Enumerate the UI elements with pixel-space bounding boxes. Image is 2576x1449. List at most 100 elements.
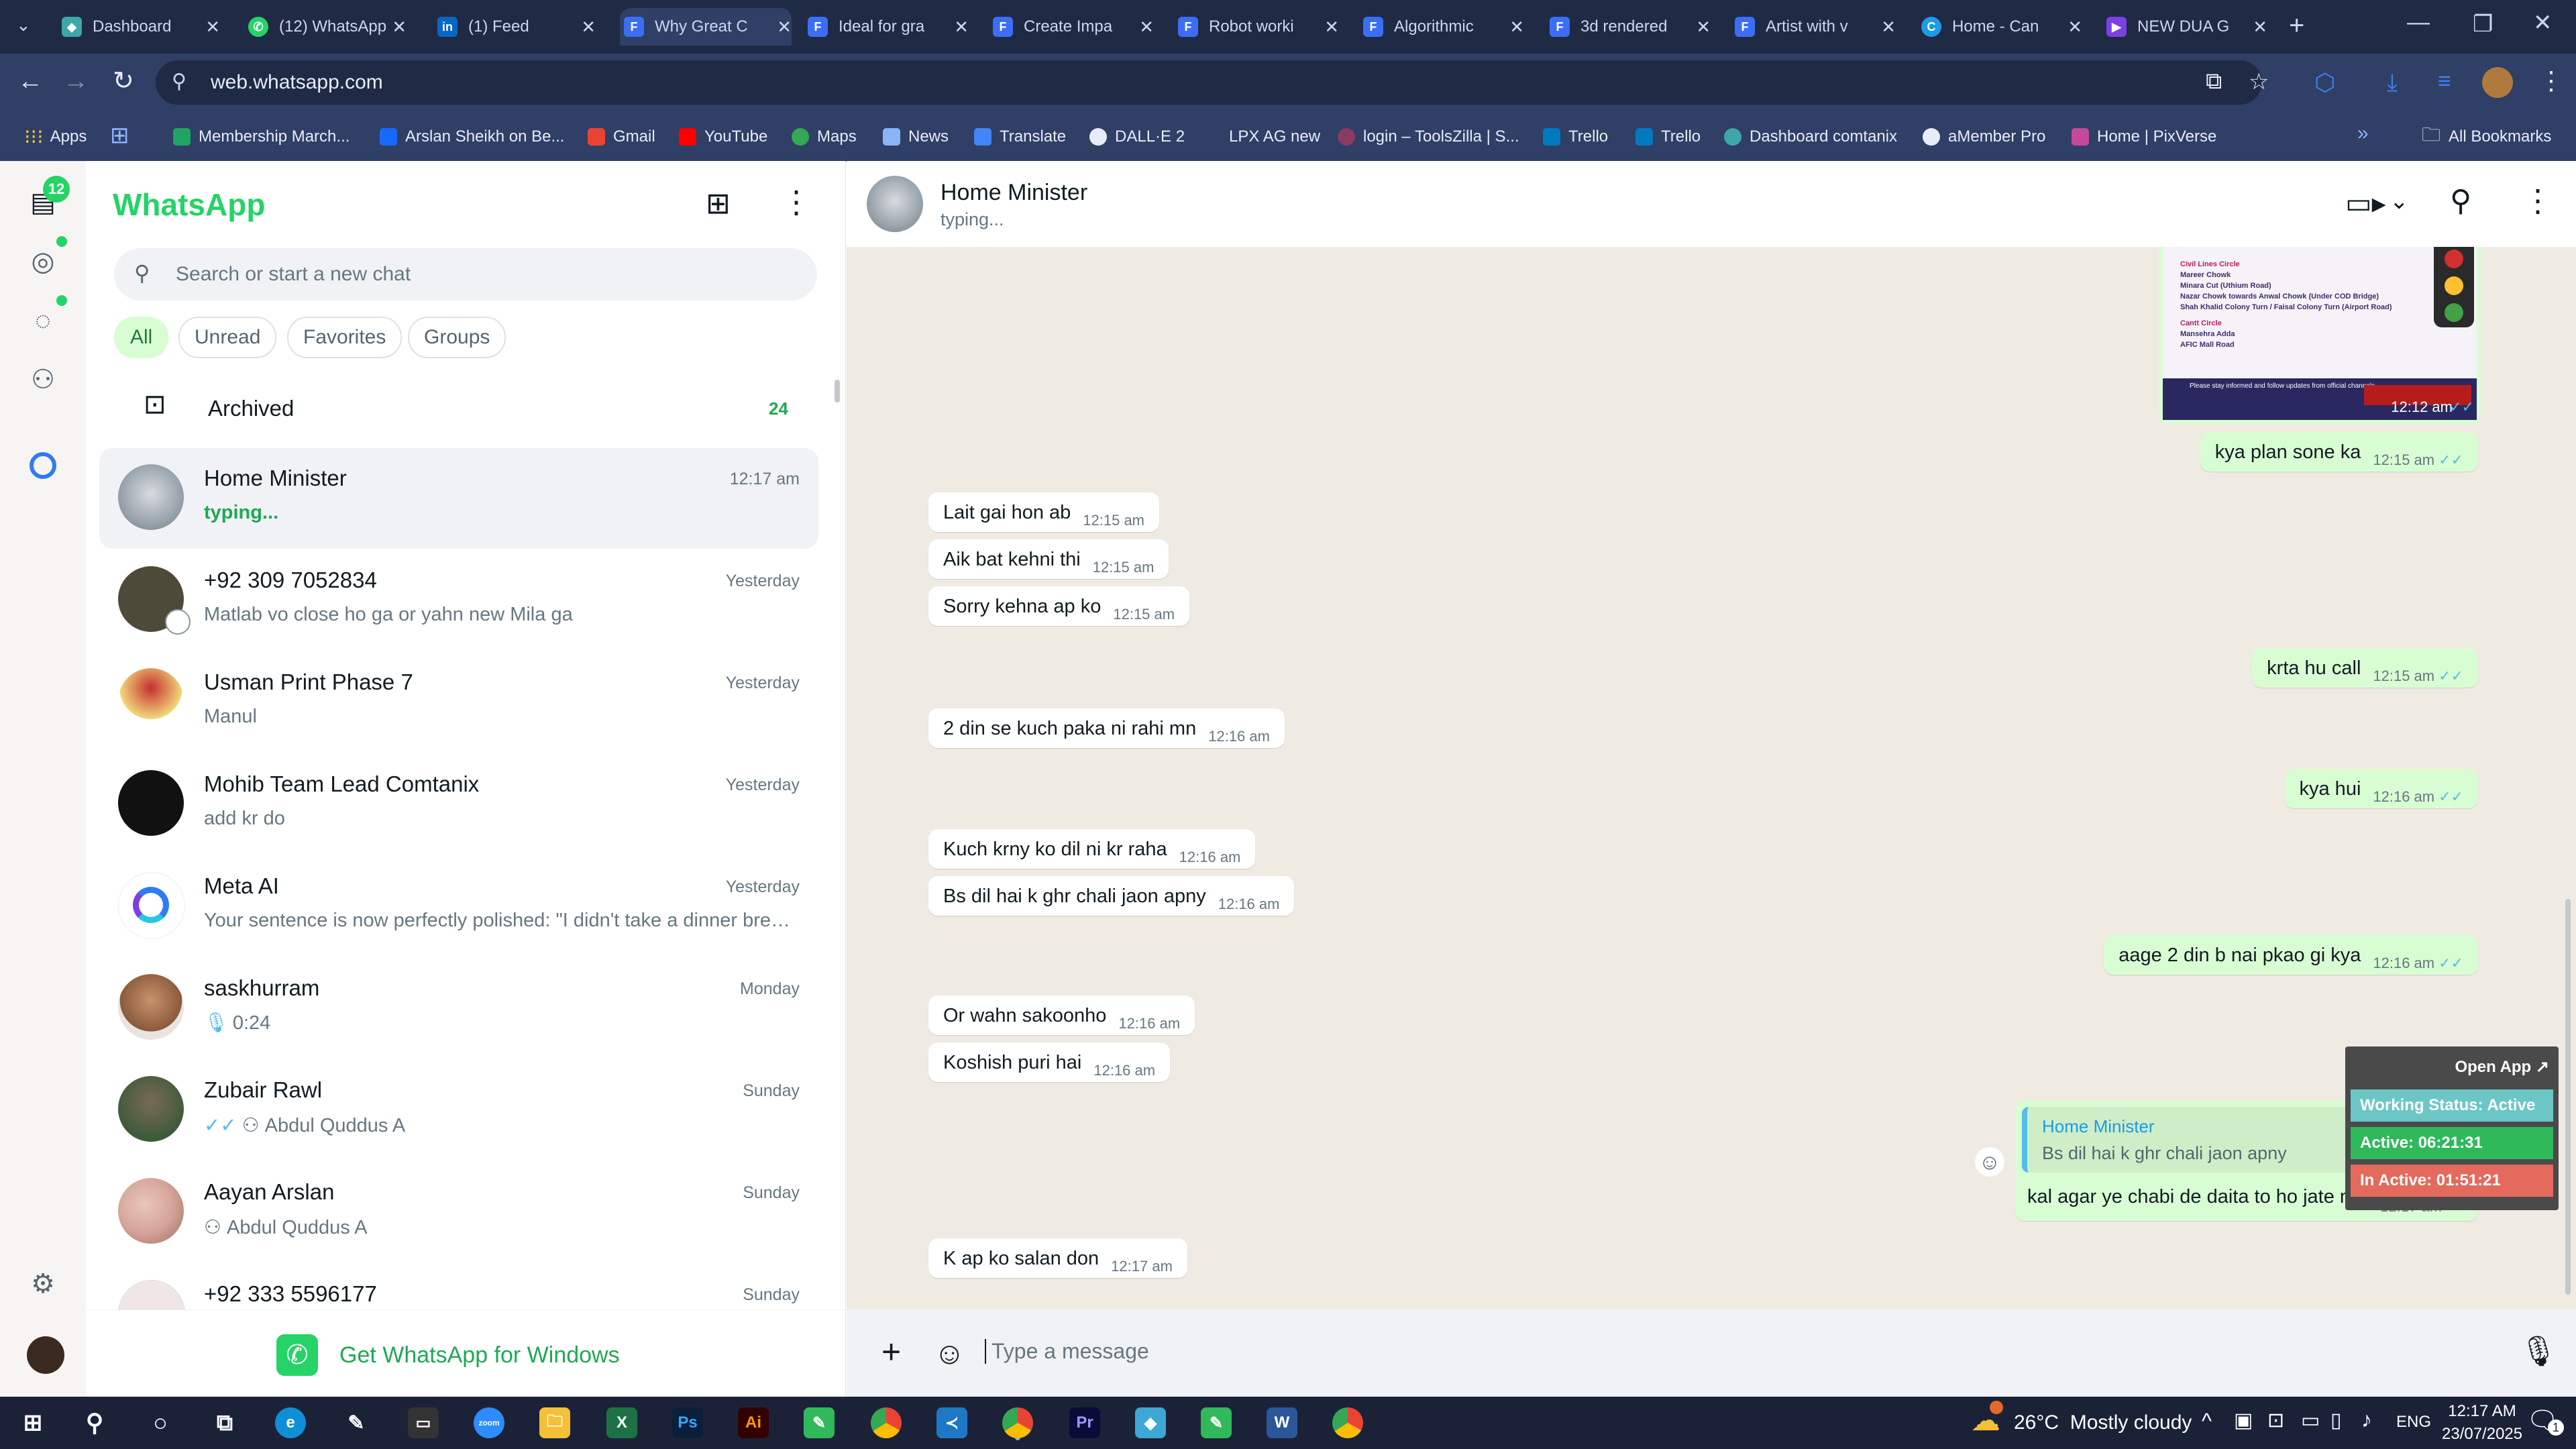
windows-start-icon[interactable]: ⊞ [17,1407,48,1438]
bookmark-item[interactable]: Trello [1543,125,1608,149]
close-icon[interactable]: ✕ [205,17,220,38]
message-incoming[interactable]: K ap ko salan don 12:17 am [928,1238,1187,1278]
photoshop-icon[interactable]: Ps [672,1407,703,1438]
chrome-active-icon[interactable] [1002,1407,1033,1438]
bookmark-apps[interactable]: ⁝⁝⁝ Apps [24,125,87,149]
bookmark-item[interactable]: Home | PixVerse [2072,125,2216,149]
profile-avatar[interactable] [2482,67,2513,98]
app-blue-icon[interactable]: ◆ [1135,1407,1166,1438]
browser-tab[interactable]: F Ideal for gra ✕ [808,8,969,46]
microphone-icon[interactable]: 🎙 [2520,1334,2557,1368]
get-app-banner[interactable]: ✆ Get WhatsApp for Windows [86,1309,845,1397]
close-icon[interactable]: ✕ [392,17,407,38]
vscode-icon[interactable]: ≺ [936,1407,967,1438]
close-icon[interactable]: ✕ [954,17,969,38]
bookmark-item[interactable]: LPX AG new [1203,125,1320,149]
clock-time[interactable]: 12:17 AM [2442,1402,2522,1421]
url-field[interactable]: ⚲ web.whatsapp.com ⧉ ☆ [156,60,2269,105]
close-window-button[interactable]: ✕ [2533,9,2553,36]
word-icon[interactable]: W [1267,1407,1297,1438]
close-icon[interactable]: ✕ [1139,17,1154,38]
tray-icon[interactable]: ⊡ [2267,1409,2284,1432]
message-incoming[interactable]: 2 din se kuch paka ni rahi mn 12:16 am [928,708,1285,748]
message-incoming[interactable]: Bs dil hai k ghr chali jaon apny 12:16 am [928,876,1295,916]
message-outgoing[interactable]: kya plan sone ka 12:15 am ✓✓ [2200,432,2478,472]
close-icon[interactable]: ✕ [1696,17,1711,38]
search-icon[interactable]: ⚲ [79,1407,110,1438]
site-info-icon[interactable]: ⚲ [172,70,186,93]
browser-tab[interactable]: C Home - Can ✕ [1921,8,2082,46]
attach-plus-icon[interactable]: + [881,1332,901,1371]
bookmark-item[interactable]: Arslan Sheikh on Be... [380,125,564,149]
close-icon[interactable]: ✕ [777,17,792,38]
message-outgoing[interactable]: aage 2 din b nai pkao gi kya 12:16 am ✓✓ [2104,935,2478,975]
bookmark-item[interactable]: Maps [792,125,857,149]
tab-groups-icon[interactable]: ⊞ [110,122,129,149]
bookmark-item[interactable]: Trello [1635,125,1701,149]
terminal-icon[interactable]: ▭ [408,1407,439,1438]
browser-tab[interactable]: ▶ NEW DUA G ✕ [2106,8,2267,46]
chat-row[interactable]: saskhurram Monday 🎙 0:24 [99,958,818,1059]
tray-icon[interactable]: ▣ [2234,1409,2253,1432]
search-input[interactable]: ⚲ Search or start a new chat [114,248,817,301]
media-icon[interactable]: ≡ [2438,68,2451,95]
video-call-icon[interactable]: ▭▸ [2345,186,2386,219]
message-incoming[interactable]: Lait gai hon ab 12:15 am [928,492,1160,532]
chat-row[interactable]: Usman Print Phase 7 Yesterday Manul [99,652,818,753]
forward-icon[interactable]: → [63,67,89,96]
message-input[interactable]: Type a message [985,1339,2534,1364]
filter-chip-groups[interactable]: Groups [408,317,506,358]
more-bookmarks-icon[interactable]: » [2357,122,2369,145]
download-icon[interactable]: ⤓ [2387,68,2398,97]
chat-row[interactable]: Aayan Arslan Sunday ⚇ Abdul Quddus A [99,1162,818,1263]
chat-row[interactable]: Zubair Rawl Sunday ✓✓ ⚇ Abdul Quddus A [99,1060,818,1161]
communities-icon[interactable]: ⚇ [25,362,60,397]
new-chat-icon[interactable]: ⊞ [706,186,731,221]
cortana-icon[interactable]: ○ [145,1407,176,1438]
install-app-icon[interactable]: ⧉ [2206,68,2222,95]
message-incoming[interactable]: Sorry kehna ap ko 12:15 am [928,586,1190,626]
menu-icon[interactable]: ⋮ [781,184,812,220]
bookmark-item[interactable]: Gmail [588,125,655,149]
chat-row[interactable]: Mohib Team Lead Comtanix Yesterday add k… [99,754,818,855]
filter-chip-unread[interactable]: Unread [178,317,277,358]
chat-row[interactable]: +92 309 7052834 Yesterday Matlab vo clos… [99,550,818,651]
illustrator-icon[interactable]: Ai [738,1407,769,1438]
bookmark-item[interactable]: News [883,125,949,149]
message-incoming[interactable]: Koshish puri hai 12:16 am [928,1042,1171,1082]
message-incoming[interactable]: Kuch krny ko dil ni kr raha 12:16 am [928,829,1256,869]
chat-scrollbar[interactable] [2565,899,2571,1295]
meta-ai-icon[interactable] [30,452,56,479]
close-icon[interactable]: ✕ [581,17,596,38]
file-explorer-icon[interactable]: 🗀 [539,1407,570,1438]
chat-header[interactable]: Home Minister typing... ▭▸ ⌄ ⚲ ⋮ [847,161,2576,248]
pen-icon[interactable]: ✎ [341,1407,372,1438]
filter-chip-favorites[interactable]: Favorites [287,317,402,358]
browser-tab[interactable]: F Algorithmic ✕ [1363,8,1524,46]
settings-icon[interactable]: ⚙ [25,1267,60,1301]
filter-chip-all[interactable]: All [114,317,169,358]
browser-menu-icon[interactable]: ⋮ [2538,66,2564,96]
tray-chevron-up-icon[interactable]: ^ [2202,1409,2212,1434]
message-outgoing[interactable]: krta hu call 12:15 am ✓✓ [2252,648,2478,688]
bookmark-item[interactable]: YouTube [679,125,767,149]
close-icon[interactable]: ✕ [1881,17,1896,38]
search-icon[interactable]: ⚲ [2450,184,2471,218]
task-view-icon[interactable]: ⧉ [209,1407,240,1438]
open-app-link[interactable]: Open App ↗ [2455,1057,2549,1077]
all-bookmarks[interactable]: 🗀 All Bookmarks [2422,124,2551,149]
bookmark-item[interactable]: Dashboard comtanix [1724,125,1897,149]
channels-icon[interactable]: ◌ [25,303,60,338]
excel-icon[interactable]: X [606,1407,637,1438]
status-icon[interactable]: ◎ [25,244,60,279]
app-green-icon[interactable]: ✎ [1201,1407,1232,1438]
sticker-icon[interactable]: ☺ [934,1335,965,1371]
chat-row-home-minister[interactable]: Home Minister 12:17 am typing... [99,448,818,549]
browser-tab[interactable]: ✆ (12) WhatsApp ✕ [248,8,407,46]
battery-icon[interactable]: ▯ [2330,1409,2342,1432]
chrome-icon[interactable] [871,1407,902,1438]
browser-tab[interactable]: F 3d rendered ✕ [1550,8,1711,46]
contact-avatar[interactable] [867,176,923,232]
chat-list-scrollbar[interactable] [835,380,840,402]
message-incoming[interactable]: Aik bat kehni thi 12:15 am [928,539,1169,579]
